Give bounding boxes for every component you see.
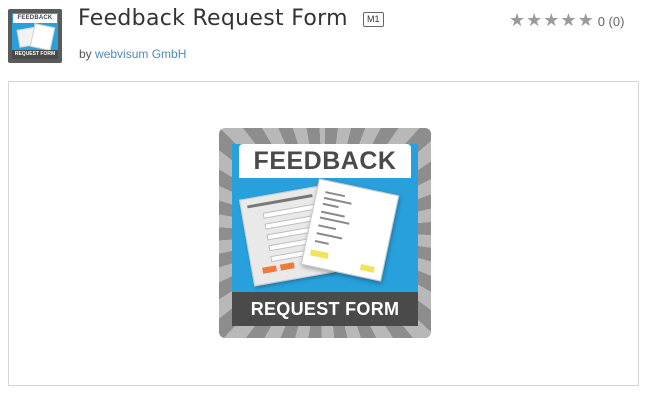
hero-title-label: FEEDBACK: [239, 144, 411, 178]
product-thumbnail: FEEDBACK REQUEST FORM: [8, 9, 62, 63]
thumbnail-top-label: FEEDBACK: [13, 14, 57, 23]
rating-summary[interactable]: ★ ★ ★ ★ ★ 0 (0): [509, 10, 624, 32]
product-image[interactable]: FEEDBACK REQUEST FORM: [219, 128, 431, 338]
thumbnail-bottom-label: REQUEST FORM: [12, 50, 58, 59]
star-icon: ★: [577, 10, 594, 31]
hero-subtitle-label: REQUEST FORM: [232, 292, 418, 326]
version-badge: M1: [363, 12, 384, 27]
rating-stars: ★ ★ ★ ★ ★: [509, 12, 594, 30]
star-icon: ★: [509, 10, 526, 31]
star-icon: ★: [526, 10, 543, 31]
vendor-link[interactable]: webvisum GmbH: [95, 47, 186, 61]
page-title: Feedback Request Form: [78, 6, 348, 31]
vendor-line: by webvisum GmbH: [79, 47, 186, 61]
star-icon: ★: [560, 10, 577, 31]
star-icon: ★: [543, 10, 560, 31]
rating-count[interactable]: 0 (0): [598, 14, 625, 29]
vendor-prefix: by: [79, 47, 92, 61]
product-image-panel: FEEDBACK REQUEST FORM: [8, 81, 639, 386]
